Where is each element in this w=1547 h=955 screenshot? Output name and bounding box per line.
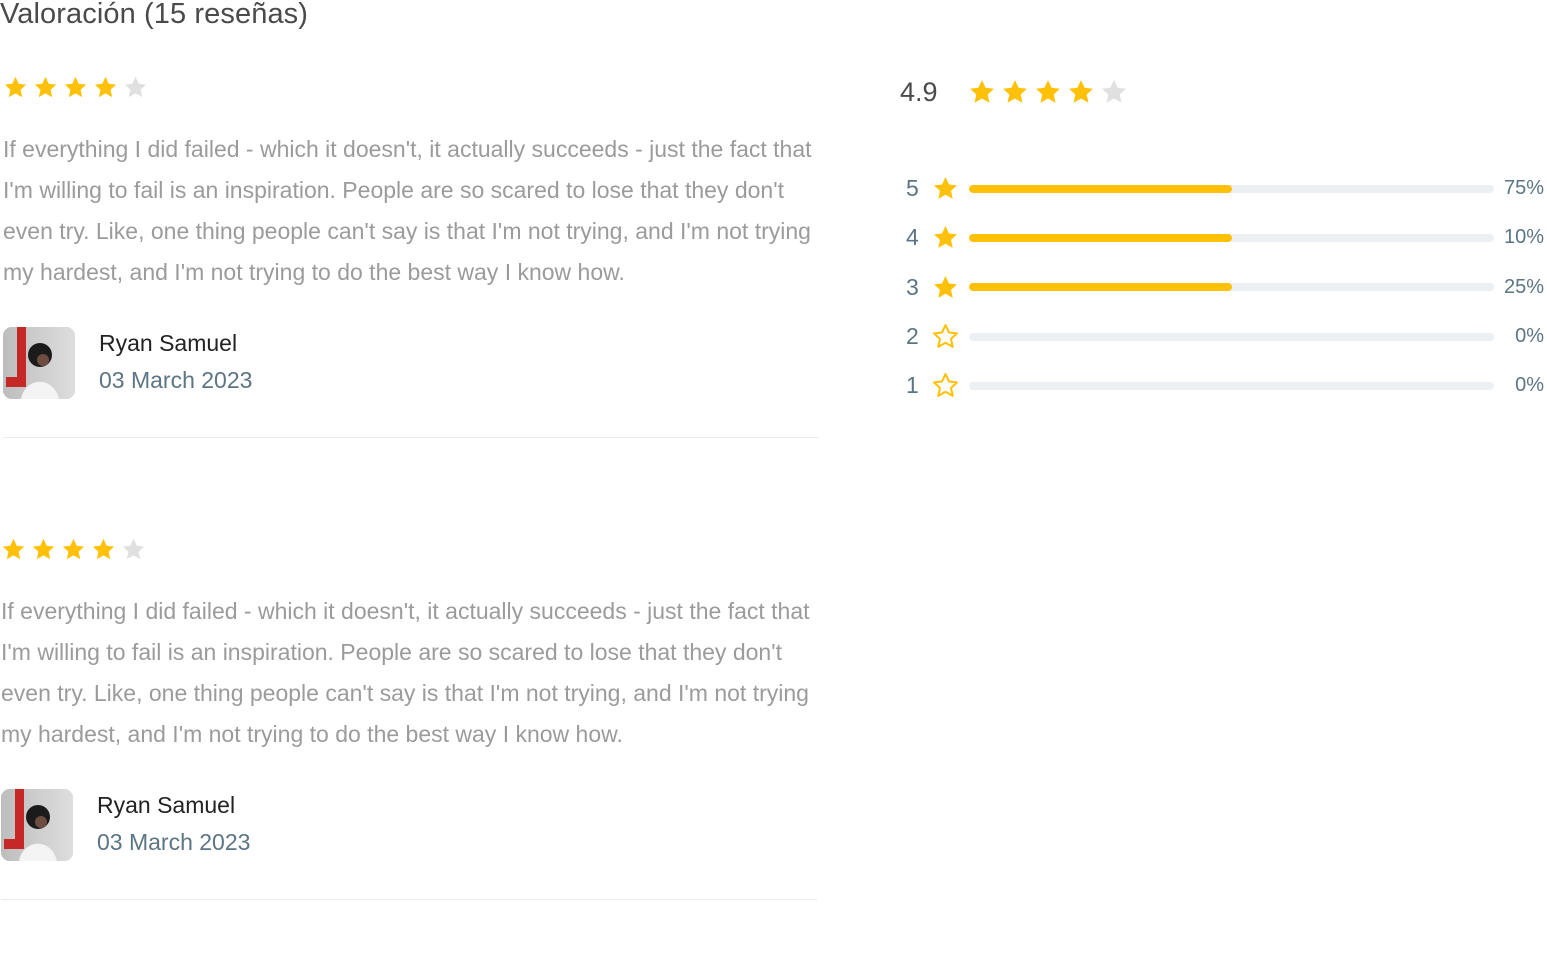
author-name: Ryan Samuel [99, 330, 238, 356]
review-text: If everything I did failed - which it do… [3, 136, 812, 285]
star-filled-icon [91, 537, 116, 562]
review-divider [1, 899, 817, 900]
reviews-page: Valoración (15 reseñas) If everything I … [0, 0, 1547, 955]
author-meta: Ryan Samuel 03 March 2023 [97, 789, 250, 857]
distribution-row: 1 0% [900, 361, 1545, 410]
review-date: 03 March 2023 [99, 367, 253, 393]
distribution-bar [969, 283, 1494, 292]
distribution-row: 5 75% [900, 164, 1545, 213]
review-divider [3, 437, 819, 438]
distribution-percent: 0% [1515, 325, 1544, 348]
distribution-star-count: 1 [906, 372, 919, 399]
avatar[interactable] [1, 789, 73, 861]
average-rating-value: 4.9 [900, 76, 938, 107]
star-outline-icon [932, 323, 959, 350]
star-filled-icon [1001, 78, 1029, 106]
distribution-row: 2 0% [900, 312, 1545, 361]
star-filled-icon [932, 274, 959, 301]
distribution-star-count: 2 [906, 323, 919, 350]
star-filled-icon [61, 537, 86, 562]
distribution-star-count: 3 [906, 273, 919, 300]
distribution-bar [969, 381, 1494, 390]
star-filled-icon [968, 78, 996, 106]
star-filled-icon [93, 75, 118, 100]
review-stars [3, 75, 148, 105]
review-text: If everything I did failed - which it do… [1, 598, 810, 747]
average-rating-row: 4.9 [900, 72, 1545, 112]
author-name: Ryan Samuel [97, 792, 236, 818]
star-outline-icon [932, 372, 959, 399]
star-filled-icon [1, 537, 26, 562]
review-date: 03 March 2023 [97, 829, 251, 855]
rating-summary: 4.9 5 75% 4 10% 3 25% 2 0% 1 0% [900, 72, 1545, 399]
distribution-row: 3 25% [900, 263, 1545, 312]
star-filled-icon [1034, 78, 1062, 106]
rating-distribution: 5 75% 4 10% 3 25% 2 0% 1 0% [900, 164, 1545, 410]
star-empty-icon [121, 537, 146, 562]
distribution-star-count: 4 [906, 224, 919, 251]
star-filled-icon [1067, 78, 1095, 106]
reviews-list: If everything I did failed - which it do… [0, 0, 820, 955]
avatar[interactable] [3, 327, 75, 399]
star-filled-icon [932, 175, 959, 202]
distribution-star-count: 5 [906, 175, 919, 202]
distribution-bar-fill [969, 233, 1232, 242]
star-filled-icon [3, 75, 28, 100]
distribution-bar [969, 184, 1494, 193]
author-meta: Ryan Samuel 03 March 2023 [99, 327, 252, 395]
star-empty-icon [1100, 78, 1128, 106]
star-filled-icon [33, 75, 58, 100]
star-filled-icon [932, 224, 959, 251]
distribution-bar-fill [969, 184, 1232, 193]
review-author: Ryan Samuel 03 March 2023 [3, 327, 252, 399]
distribution-percent: 25% [1503, 275, 1544, 298]
distribution-row: 4 10% [900, 213, 1545, 262]
distribution-bar-fill [969, 283, 1232, 292]
distribution-percent: 0% [1515, 374, 1544, 397]
distribution-bar [969, 332, 1494, 341]
star-filled-icon [63, 75, 88, 100]
review-author: Ryan Samuel 03 March 2023 [1, 789, 250, 861]
distribution-percent: 10% [1503, 226, 1544, 249]
review-stars [1, 537, 146, 567]
distribution-percent: 75% [1503, 177, 1544, 200]
average-rating-stars [968, 78, 1128, 106]
star-empty-icon [123, 75, 148, 100]
star-filled-icon [31, 537, 56, 562]
distribution-bar [969, 233, 1494, 242]
